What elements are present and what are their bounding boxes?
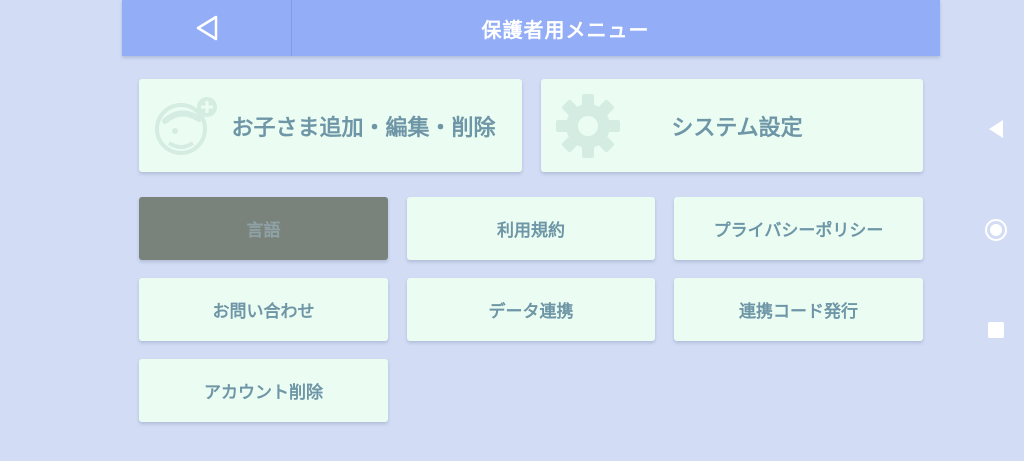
- link-code-label: 連携コード発行: [739, 302, 858, 322]
- language-label: 言語: [246, 221, 281, 241]
- link-code-button[interactable]: 連携コード発行: [674, 278, 923, 341]
- child-manage-button[interactable]: お子さま追加・編集・削除: [139, 79, 522, 172]
- privacy-policy-label: プライバシーポリシー: [713, 221, 884, 241]
- delete-account-label: アカウント削除: [204, 383, 323, 403]
- back-triangle-icon: [196, 15, 217, 41]
- page-title: 保護者用メニュー: [481, 17, 650, 42]
- data-link-label: データ連携: [488, 302, 574, 322]
- gear-icon: [556, 94, 620, 158]
- app-header: 保護者用メニュー: [122, 0, 940, 56]
- system-settings-button[interactable]: システム設定: [541, 79, 923, 172]
- back-icon[interactable]: [986, 118, 1006, 140]
- home-icon[interactable]: [984, 218, 1008, 242]
- contact-label: お問い合わせ: [212, 302, 315, 322]
- contact-button[interactable]: お問い合わせ: [139, 278, 388, 341]
- system-nav-bar: [975, 0, 1024, 461]
- terms-label: 利用規約: [497, 221, 565, 241]
- data-link-button[interactable]: データ連携: [407, 278, 655, 341]
- child-add-icon: [155, 97, 217, 155]
- recents-icon[interactable]: [987, 321, 1005, 339]
- terms-button[interactable]: 利用規約: [407, 197, 655, 260]
- language-button[interactable]: 言語: [139, 197, 388, 260]
- child-manage-label: お子さま追加・編集・削除: [231, 115, 496, 141]
- privacy-policy-button[interactable]: プライバシーポリシー: [674, 197, 923, 260]
- system-settings-label: システム設定: [671, 115, 803, 141]
- delete-account-button[interactable]: アカウント削除: [139, 359, 388, 422]
- back-button[interactable]: [122, 0, 292, 56]
